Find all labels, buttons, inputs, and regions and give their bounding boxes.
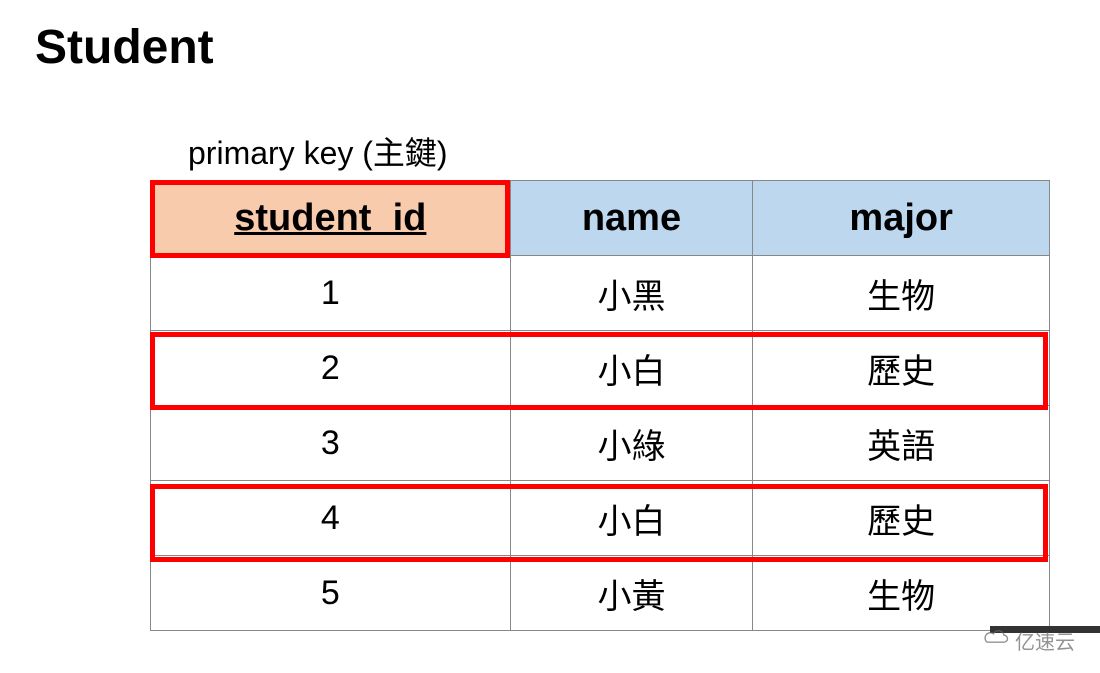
- cell-id: 3: [151, 406, 511, 481]
- student-table: student_id name major 1 小黑 生物 2 小白 歷史 3 …: [150, 180, 1050, 631]
- table-row: 1 小黑 生物: [151, 256, 1050, 331]
- cell-major: 歷史: [753, 481, 1050, 556]
- cell-major: 生物: [753, 256, 1050, 331]
- cell-name: 小白: [510, 331, 753, 406]
- table-row: 2 小白 歷史: [151, 331, 1050, 406]
- col-header-name: name: [510, 181, 753, 256]
- cell-major: 生物: [753, 556, 1050, 631]
- table-header-row: student_id name major: [151, 181, 1050, 256]
- cell-major: 英語: [753, 406, 1050, 481]
- cell-id: 1: [151, 256, 511, 331]
- cell-name: 小綠: [510, 406, 753, 481]
- table-row: 5 小黃 生物: [151, 556, 1050, 631]
- col-header-student-id: student_id: [151, 181, 511, 256]
- student-table-container: student_id name major 1 小黑 生物 2 小白 歷史 3 …: [150, 180, 1050, 631]
- table-row: 3 小綠 英語: [151, 406, 1050, 481]
- cloud-icon: [983, 629, 1011, 653]
- cell-id: 5: [151, 556, 511, 631]
- page-title: Student: [35, 20, 214, 75]
- cell-name: 小黃: [510, 556, 753, 631]
- cell-name: 小白: [510, 481, 753, 556]
- cell-major: 歷史: [753, 331, 1050, 406]
- cell-id: 2: [151, 331, 511, 406]
- cell-name: 小黑: [510, 256, 753, 331]
- cell-id: 4: [151, 481, 511, 556]
- watermark: 亿速云: [983, 626, 1075, 655]
- primary-key-label: primary key (主鍵): [188, 128, 448, 174]
- table-row: 4 小白 歷史: [151, 481, 1050, 556]
- watermark-text: 亿速云: [1015, 626, 1075, 655]
- col-header-major: major: [753, 181, 1050, 256]
